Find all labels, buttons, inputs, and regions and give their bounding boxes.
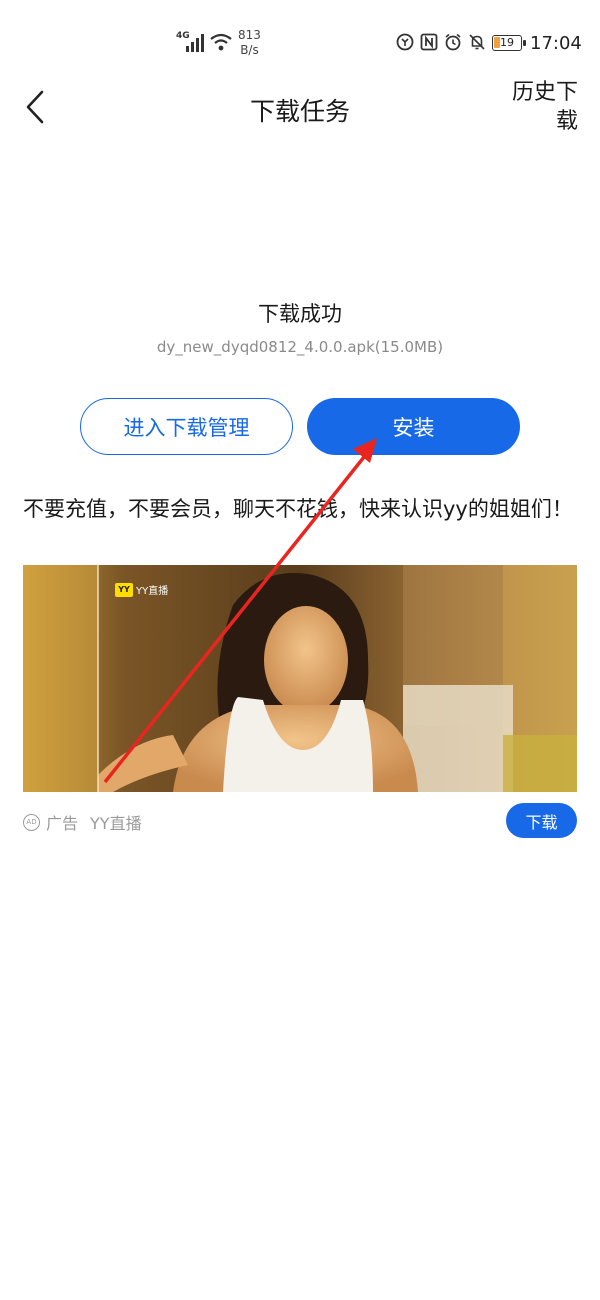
file-info: dy_new_dyqd0812_4.0.0.apk(15.0MB) xyxy=(156,338,444,356)
clock: 17:04 xyxy=(530,33,582,54)
page-title: 下载任务 xyxy=(249,97,350,126)
yy-logo-icon: YY xyxy=(115,582,133,597)
ad-headline[interactable]: 不要充值，不要会员，聊天不花钱，快来认识yy的姐姐们！ xyxy=(23,494,583,524)
ad-image[interactable]: YY YY直播 xyxy=(23,565,577,792)
ad-mark-icon: AD xyxy=(23,813,40,831)
ad-image-logo: YY YY直播 xyxy=(115,582,168,597)
ad-advertiser: YY直播 xyxy=(90,814,142,833)
download-manager-button[interactable]: 进入下载管理 xyxy=(80,398,293,455)
data-saver-icon xyxy=(396,33,414,51)
network-speed: 813 B/s xyxy=(238,28,261,58)
signal-icon xyxy=(186,34,204,52)
status-icons xyxy=(396,33,486,51)
history-downloads-link[interactable]: 历史下载 xyxy=(506,78,578,136)
bell-off-icon xyxy=(469,34,485,50)
battery-level: 19 xyxy=(500,36,514,49)
install-button[interactable]: 安装 xyxy=(307,398,520,455)
battery-icon: 19 xyxy=(492,35,522,51)
ad-download-button[interactable]: 下载 xyxy=(506,803,577,838)
back-arrow-icon xyxy=(26,90,44,124)
speed-unit: B/s xyxy=(240,43,259,57)
speed-value: 813 xyxy=(238,28,261,42)
ad-image-logo-text: YY直播 xyxy=(136,586,169,597)
alarm-icon xyxy=(445,33,461,51)
ad-meta: AD 广告 YY直播 xyxy=(23,810,142,834)
battery-tip xyxy=(523,40,526,46)
status-bar: 4G 813 B/s 19 17:04 xyxy=(0,0,600,88)
download-status: 下载成功 xyxy=(258,302,342,326)
ad-photo xyxy=(23,565,577,792)
wifi-icon xyxy=(210,33,232,51)
nfc-icon xyxy=(420,33,438,51)
ad-label: 广告 xyxy=(46,814,79,833)
back-button[interactable] xyxy=(20,88,56,126)
